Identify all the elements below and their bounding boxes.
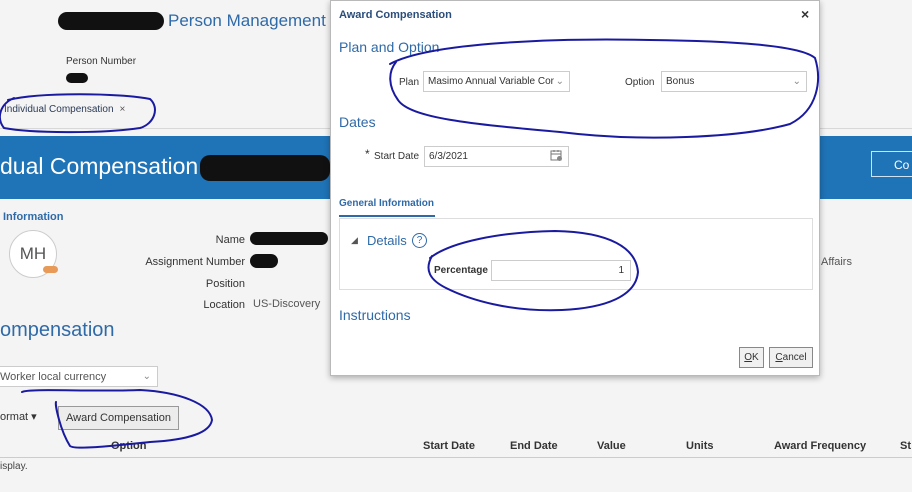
name-label: Name — [215, 234, 245, 246]
tab-individual-compensation[interactable]: Individual Compensation × — [4, 104, 125, 115]
start-date-value: 6/3/2021 — [429, 151, 468, 162]
page-title: dual Compensation : — [0, 153, 211, 179]
compensation-heading: ompensation — [0, 319, 115, 341]
dates-heading: Dates — [339, 114, 376, 130]
compensation-table-header: Option Start Date End Date Value Units A… — [0, 433, 912, 458]
cancel-accel: C — [775, 352, 783, 363]
tab-general-information[interactable]: General Information — [339, 198, 434, 209]
option-select[interactable]: Bonus ⌄ — [661, 71, 807, 92]
format-menu[interactable]: ormat ▾ — [0, 410, 37, 423]
redacted-name-value — [250, 232, 328, 245]
redacted-person-number — [66, 73, 88, 83]
start-date-label: Start Date — [374, 151, 420, 162]
ok-accel: O — [744, 352, 753, 363]
percentage-input[interactable]: 1 — [491, 260, 631, 281]
chevron-down-icon: ⌄ — [792, 76, 801, 87]
award-compensation-dialog: Award Compensation × Plan and Option Pla… — [330, 0, 820, 376]
chevron-down-icon: ⌄ — [142, 371, 151, 382]
department-value: Affairs — [821, 256, 852, 268]
dialog-title: Award Compensation — [339, 9, 452, 21]
required-marker: * — [365, 147, 370, 161]
tab-selected-indicator — [339, 215, 435, 217]
close-icon[interactable]: × — [801, 6, 809, 22]
redacted-title-name — [200, 155, 330, 181]
plan-select[interactable]: Masimo Annual Variable Cor ⌄ — [423, 71, 570, 92]
ok-button[interactable]: OK — [739, 347, 764, 368]
option-select-value: Bonus — [666, 76, 695, 87]
details-heading[interactable]: Details — [367, 233, 407, 248]
award-compensation-button[interactable]: Award Compensation — [58, 406, 179, 430]
tab-label: Individual Compensation — [4, 104, 114, 115]
app-title: Person Management — [168, 11, 326, 30]
calendar-icon[interactable] — [550, 149, 563, 162]
percentage-label: Percentage — [434, 265, 488, 276]
plan-option-heading: Plan and Option — [339, 39, 440, 55]
percentage-value: 1 — [618, 265, 624, 276]
col-status[interactable]: St — [900, 440, 911, 452]
position-label: Position — [205, 278, 245, 290]
no-data-message: isplay. — [0, 461, 28, 472]
currency-select-value: Worker local currency — [0, 371, 107, 383]
person-info-heading: Information — [3, 211, 64, 223]
ok-rest: K — [752, 352, 759, 363]
col-units[interactable]: Units — [686, 440, 714, 452]
col-start-date[interactable]: Start Date — [423, 440, 475, 452]
chevron-down-icon: ⌄ — [553, 72, 564, 91]
col-value[interactable]: Value — [597, 440, 626, 452]
instructions-heading: Instructions — [339, 307, 411, 323]
col-end-date[interactable]: End Date — [510, 440, 558, 452]
person-number-label: Person Number — [66, 56, 137, 67]
cancel-button[interactable]: Cancel — [769, 347, 813, 368]
help-icon[interactable]: ? — [412, 233, 427, 248]
header-action-button[interactable]: Co — [871, 151, 912, 177]
redacted-assignment-number — [250, 254, 278, 268]
option-label: Option — [625, 77, 655, 88]
collapse-triangle-icon[interactable]: ◢ — [351, 235, 358, 246]
start-date-input[interactable]: 6/3/2021 — [424, 146, 569, 167]
plan-label: Plan — [399, 77, 420, 88]
location-label: Location — [203, 299, 245, 311]
avatar-status-badge — [43, 266, 58, 273]
redacted-name-scribble — [58, 12, 164, 30]
tab-close-icon[interactable]: × — [120, 104, 126, 115]
location-value: US-Discovery — [253, 298, 321, 310]
col-award-frequency[interactable]: Award Frequency — [774, 440, 866, 452]
col-option[interactable]: Option — [111, 440, 146, 452]
cancel-rest: ancel — [782, 352, 807, 363]
plan-select-value: Masimo Annual Variable Cor — [428, 76, 554, 87]
currency-select[interactable]: Worker local currency ⌄ — [0, 366, 158, 387]
assignment-number-label: Assignment Number — [145, 256, 245, 268]
